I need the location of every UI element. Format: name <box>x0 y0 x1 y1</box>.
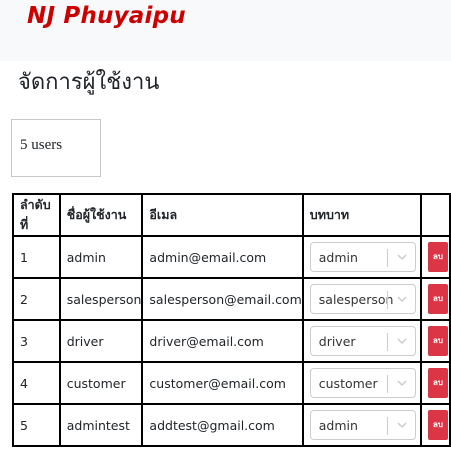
role-select-value: driver <box>318 334 356 349</box>
cell-email: customer@email.com <box>141 361 304 405</box>
chevron-down-icon[interactable] <box>396 377 408 389</box>
table-row: 1 admin admin@email.com admin ลบ <box>12 235 451 279</box>
chevron-down-icon[interactable] <box>396 335 408 347</box>
cell-username: admin <box>58 235 144 279</box>
header-action <box>419 193 451 237</box>
chevron-down-icon[interactable] <box>396 419 408 431</box>
cell-index: 5 <box>12 403 61 447</box>
header-email: อีเมล <box>141 193 304 237</box>
cell-action: ลบ <box>419 361 451 405</box>
table-row: 4 customer customer@email.com customer ล… <box>12 361 451 405</box>
select-separator <box>386 291 388 309</box>
table-row: 2 salesperson salesperson@email.com sale… <box>12 277 451 321</box>
delete-button[interactable]: ลบ <box>427 242 448 272</box>
cell-username: admintest <box>58 403 144 447</box>
cell-email: admin@email.com <box>141 235 304 279</box>
cell-role: driver <box>301 319 422 363</box>
role-select-value: customer <box>318 376 378 391</box>
table-header-row: ลำดับที่ ชื่อผู้ใช้งาน อีเมล บทบาท <box>12 193 451 237</box>
role-select[interactable]: driver <box>309 326 416 356</box>
delete-button[interactable]: ลบ <box>427 410 448 440</box>
cell-action: ลบ <box>419 403 451 447</box>
select-separator <box>386 417 388 435</box>
role-select-value: admin <box>318 418 358 433</box>
cell-username: salesperson <box>58 277 144 321</box>
navbar: NJ Phuyaipu <box>0 0 451 61</box>
brand-logo-text[interactable]: NJ Phuyaipu <box>27 3 186 29</box>
chevron-down-icon[interactable] <box>396 251 408 263</box>
cell-email: driver@email.com <box>141 319 304 363</box>
cell-action: ลบ <box>419 319 451 363</box>
cell-email: salesperson@email.com <box>141 277 304 321</box>
cell-role: customer <box>301 361 422 405</box>
header-index: ลำดับที่ <box>12 193 61 237</box>
cell-index: 4 <box>12 361 61 405</box>
cell-role: salesperson <box>301 277 422 321</box>
select-separator <box>386 249 388 267</box>
role-select-value: admin <box>318 250 358 265</box>
cell-index: 1 <box>12 235 61 279</box>
header-role: บทบาท <box>301 193 422 237</box>
header-username: ชื่อผู้ใช้งาน <box>58 193 144 237</box>
cell-index: 3 <box>12 319 61 363</box>
user-count-card: 5 users <box>11 119 101 177</box>
user-count-text: 5 users <box>20 137 63 153</box>
users-table: ลำดับที่ ชื่อผู้ใช้งาน อีเมล บทบาท 1 adm… <box>12 193 451 447</box>
delete-button[interactable]: ลบ <box>427 368 448 398</box>
select-separator <box>386 333 388 351</box>
table-row: 3 driver driver@email.com driver ลบ <box>12 319 451 363</box>
role-select[interactable]: salesperson <box>309 284 416 314</box>
role-select-value: salesperson <box>318 292 394 307</box>
cell-role: admin <box>301 235 422 279</box>
page-title: จัดการผู้ใช้งาน <box>18 70 160 95</box>
delete-button[interactable]: ลบ <box>427 284 448 314</box>
cell-action: ลบ <box>419 277 451 321</box>
role-select[interactable]: admin <box>309 242 416 272</box>
cell-email: addtest@gmail.com <box>141 403 304 447</box>
delete-button[interactable]: ลบ <box>427 326 448 356</box>
cell-username: driver <box>58 319 144 363</box>
cell-role: admin <box>301 403 422 447</box>
cell-action: ลบ <box>419 235 451 279</box>
role-select[interactable]: admin <box>309 410 416 440</box>
select-separator <box>386 375 388 393</box>
role-select[interactable]: customer <box>309 368 416 398</box>
cell-username: customer <box>58 361 144 405</box>
table-row: 5 admintest addtest@gmail.com admin ลบ <box>12 403 451 447</box>
cell-index: 2 <box>12 277 61 321</box>
chevron-down-icon[interactable] <box>396 293 408 305</box>
